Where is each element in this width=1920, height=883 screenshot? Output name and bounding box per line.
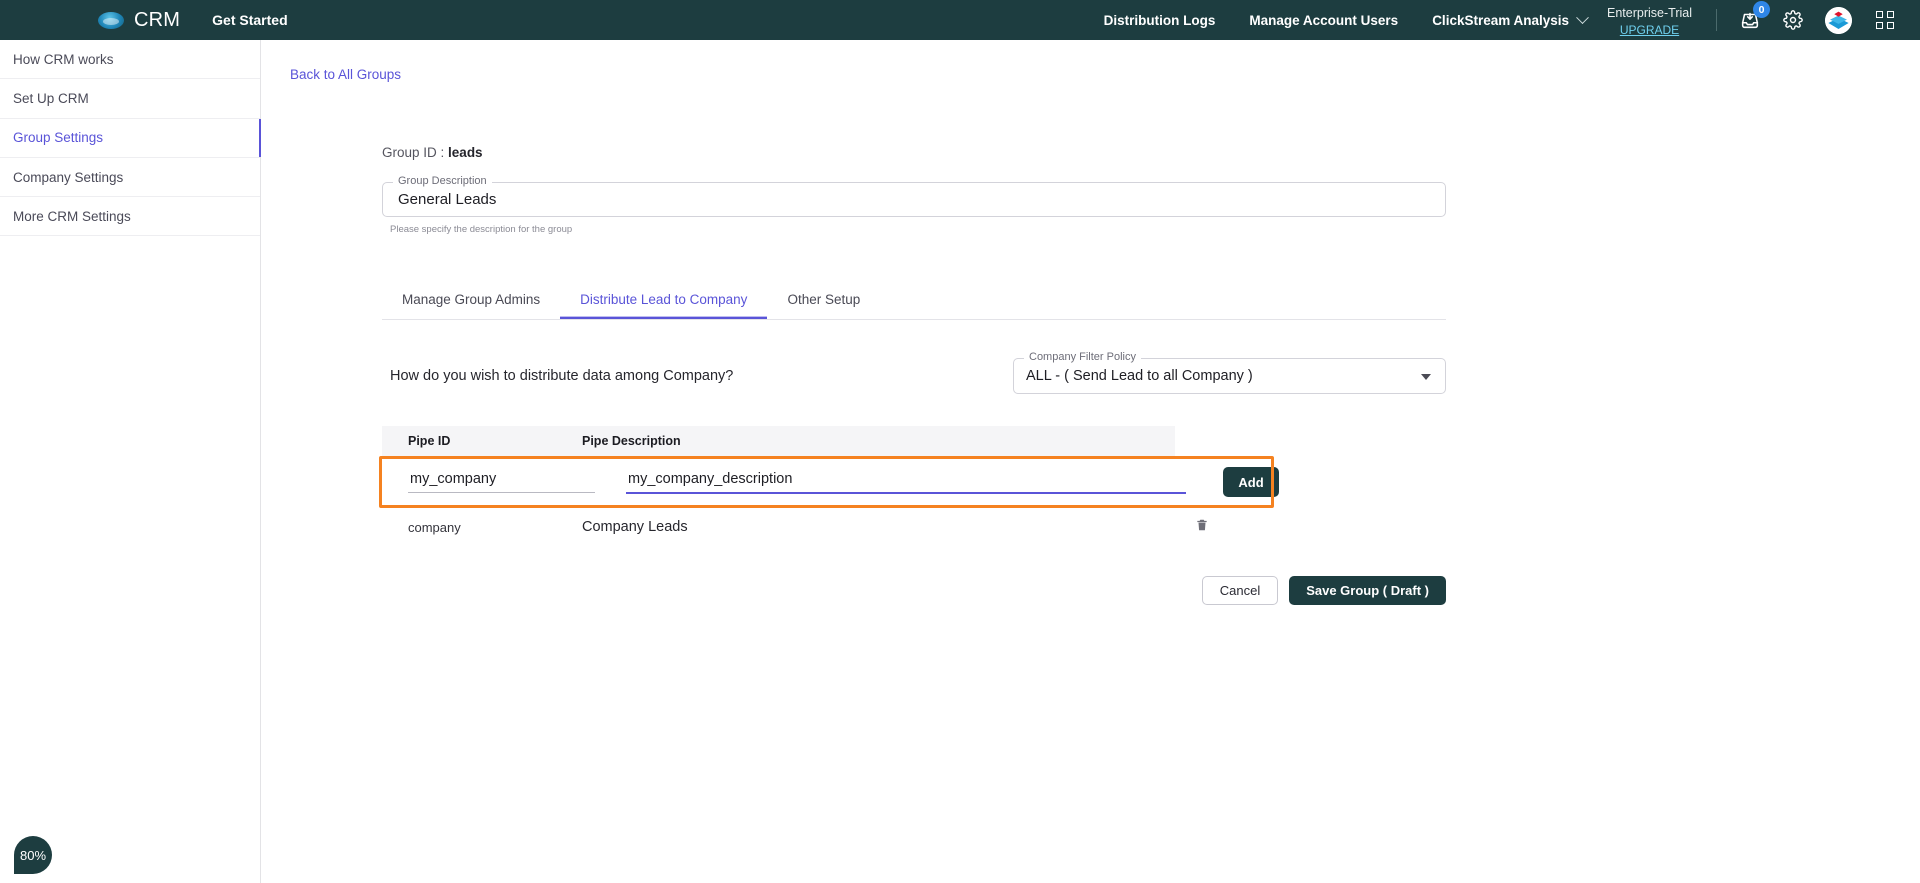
tab-distribute-lead-to-company[interactable]: Distribute Lead to Company <box>560 292 767 319</box>
sidebar-item-set-up-crm[interactable]: Set Up CRM <box>0 79 260 119</box>
chevron-down-icon <box>1576 10 1589 24</box>
cell-pipe-description: Company Leads <box>582 519 688 535</box>
group-id-row: Group ID : leads <box>382 145 1567 160</box>
company-filter-policy-select[interactable]: Company Filter Policy ALL - ( Send Lead … <box>1013 351 1446 394</box>
apps-grid-dot <box>1876 22 1883 29</box>
sidebar-item-group-settings[interactable]: Group Settings <box>0 118 261 158</box>
get-started-link[interactable]: Get Started <box>212 12 287 28</box>
pipe-description-input[interactable] <box>626 470 1186 494</box>
brand-name: CRM <box>134 8 181 31</box>
inbox-badge-count: 0 <box>1753 1 1770 18</box>
cloud-logo-icon <box>98 11 124 29</box>
group-form: Group ID : leads Group Description Gener… <box>379 145 1567 605</box>
sidebar-item-label: More CRM Settings <box>13 208 131 224</box>
sidebar-item-label: Company Settings <box>13 169 124 185</box>
gear-icon[interactable] <box>1783 10 1803 30</box>
inbox-download-icon[interactable]: 0 <box>1739 1 1770 31</box>
nav-manage-account-users[interactable]: Manage Account Users <box>1249 13 1398 28</box>
back-to-all-groups-link[interactable]: Back to All Groups <box>290 67 401 82</box>
sidebar-item-label: How CRM works <box>13 51 114 67</box>
table-row: company Company Leads <box>382 508 1446 546</box>
tab-manage-group-admins[interactable]: Manage Group Admins <box>382 292 560 319</box>
nav-clickstream-analysis-label: ClickStream Analysis <box>1432 12 1570 28</box>
save-group-draft-button[interactable]: Save Group ( Draft ) <box>1289 576 1446 605</box>
cell-pipe-id: company <box>408 519 461 535</box>
plan-block: Enterprise-Trial UPGRADE <box>1607 3 1692 38</box>
group-id-value: leads <box>448 145 483 160</box>
group-description-label: Group Description <box>393 175 492 187</box>
sidebar-item-company-settings[interactable]: Company Settings <box>0 158 260 198</box>
plan-name: Enterprise-Trial <box>1607 5 1692 20</box>
top-nav-links: Distribution Logs Manage Account Users C… <box>1104 1 1920 38</box>
sidebar-item-label: Group Settings <box>13 130 104 146</box>
apps-grid-icon[interactable] <box>1876 11 1894 29</box>
apps-grid-dot <box>1887 11 1894 18</box>
group-description-value: General Leads <box>398 191 497 208</box>
column-header-pipe-id: Pipe ID <box>408 434 451 448</box>
apps-grid-dot <box>1887 22 1894 29</box>
apps-grid-dot <box>1876 11 1883 18</box>
nav-distribution-logs[interactable]: Distribution Logs <box>1104 13 1216 28</box>
cancel-button[interactable]: Cancel <box>1201 576 1279 605</box>
company-filter-policy-label: Company Filter Policy <box>1024 351 1141 363</box>
group-description-field[interactable]: Group Description General Leads <box>382 175 1446 217</box>
sidebar-item-how-crm-works[interactable]: How CRM works <box>0 40 260 80</box>
upgrade-link[interactable]: UPGRADE <box>1607 23 1692 38</box>
distribute-question: How do you wish to distribute data among… <box>390 368 734 384</box>
pipe-id-input[interactable] <box>408 471 595 493</box>
group-id-label: Group ID : <box>382 145 445 160</box>
brand-block[interactable]: CRM <box>98 9 180 32</box>
group-description-help: Please specify the description for the g… <box>390 224 573 235</box>
main-content: Back to All Groups Group ID : leads Grou… <box>261 40 1920 883</box>
add-pipe-button[interactable]: Add <box>1223 467 1279 497</box>
trash-icon[interactable] <box>1195 517 1209 538</box>
header-divider <box>1716 9 1717 31</box>
table-header-row: Pipe ID Pipe Description <box>382 426 1175 456</box>
dropdown-arrow-icon <box>1421 374 1431 380</box>
sidebar: How CRM works Set Up CRM Group Settings … <box>0 40 261 883</box>
nav-clickstream-analysis[interactable]: ClickStream Analysis <box>1432 10 1589 28</box>
column-header-pipe-description: Pipe Description <box>582 434 681 448</box>
form-actions: Cancel Save Group ( Draft ) <box>382 576 1446 605</box>
app-logo-avatar-icon[interactable] <box>1825 6 1852 34</box>
tab-other-setup[interactable]: Other Setup <box>767 292 880 319</box>
top-navigation-bar: CRM Get Started Distribution Logs Manage… <box>0 0 1920 40</box>
zoom-level-badge[interactable]: 80% <box>14 836 52 874</box>
company-filter-policy-value: ALL - ( Send Lead to all Company ) <box>1026 368 1253 384</box>
tab-bar: Manage Group Admins Distribute Lead to C… <box>382 276 1446 320</box>
pipe-table: Pipe ID Pipe Description Add company Com… <box>379 426 1446 546</box>
sidebar-item-more-crm-settings[interactable]: More CRM Settings <box>0 197 260 237</box>
new-pipe-row: Add <box>382 456 1446 508</box>
sidebar-item-label: Set Up CRM <box>13 90 89 106</box>
distribute-row: How do you wish to distribute data among… <box>382 351 1446 394</box>
